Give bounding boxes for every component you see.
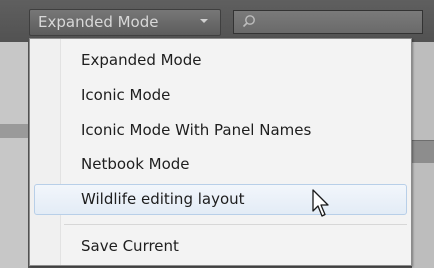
menu-item-expanded-mode[interactable]: Expanded Mode xyxy=(34,45,407,76)
left-panel-strip xyxy=(0,124,28,138)
menu-item-save-current[interactable]: Save Current xyxy=(34,231,407,262)
search-input[interactable] xyxy=(233,10,423,34)
right-panel-strip xyxy=(412,140,434,163)
workspace-mode-dropdown[interactable]: Expanded Mode xyxy=(29,9,221,36)
workspace-mode-label: Expanded Mode xyxy=(38,13,159,31)
workspace-mode-menu: Expanded Mode Iconic Mode Iconic Mode Wi… xyxy=(29,38,412,266)
search-icon xyxy=(242,15,255,28)
menu-item-netbook-mode[interactable]: Netbook Mode xyxy=(34,149,407,180)
chevron-down-icon xyxy=(200,19,208,23)
menu-item-wildlife-editing-layout[interactable]: Wildlife editing layout xyxy=(34,184,407,215)
menu-item-iconic-mode[interactable]: Iconic Mode xyxy=(34,80,407,111)
menu-separator xyxy=(64,224,407,225)
left-panel-background xyxy=(0,42,28,268)
menu-item-iconic-mode-with-panel-names[interactable]: Iconic Mode With Panel Names xyxy=(34,115,407,146)
